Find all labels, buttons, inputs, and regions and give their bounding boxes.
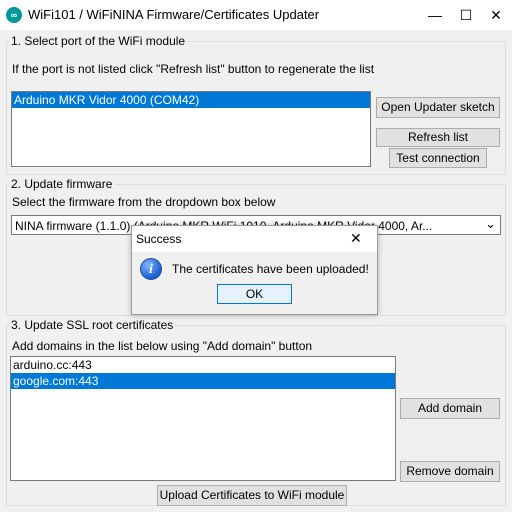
chevron-down-icon: ⌄ xyxy=(485,216,496,231)
firmware-section-title: 2. Update firmware xyxy=(9,177,115,191)
dialog-title-bar: Success ✕ xyxy=(132,226,377,252)
port-section-title: 1. Select port of the WiFi module xyxy=(9,34,188,48)
close-window-button[interactable]: ✕ xyxy=(481,0,511,30)
port-list-item[interactable]: Arduino MKR Vidor 4000 (COM42) xyxy=(12,92,370,108)
dialog-message: The certificates have been uploaded! xyxy=(172,262,369,276)
firmware-hint: Select the firmware from the dropdown bo… xyxy=(12,195,276,209)
minimize-button[interactable]: — xyxy=(420,0,450,30)
ssl-hint: Add domains in the list below using "Add… xyxy=(12,339,313,353)
add-domain-button[interactable]: Add domain xyxy=(400,398,500,419)
info-icon: i xyxy=(140,258,162,280)
title-bar: ∞ WiFi101 / WiFiNINA Firmware/Certificat… xyxy=(0,0,512,30)
domain-list-item[interactable]: google.com:443 xyxy=(11,373,395,389)
port-list[interactable]: Arduino MKR Vidor 4000 (COM42) xyxy=(11,91,371,167)
open-updater-sketch-button[interactable]: Open Updater sketch xyxy=(376,97,500,118)
ssl-section-title: 3. Update SSL root certificates xyxy=(9,318,176,332)
domain-list-item[interactable]: arduino.cc:443 xyxy=(11,357,395,373)
dialog-title: Success xyxy=(136,232,182,246)
success-dialog: Success ✕ i The certificates have been u… xyxy=(131,225,378,315)
refresh-list-button[interactable]: Refresh list xyxy=(376,128,500,147)
ok-button[interactable]: OK xyxy=(217,284,292,304)
test-connection-button[interactable]: Test connection xyxy=(389,148,487,168)
domain-list[interactable]: arduino.cc:443 google.com:443 xyxy=(10,356,396,481)
dialog-close-button[interactable]: ✕ xyxy=(350,230,362,247)
upload-certificates-button[interactable]: Upload Certificates to WiFi module xyxy=(157,485,347,506)
maximize-button[interactable]: ☐ xyxy=(451,0,481,30)
arduino-logo-icon: ∞ xyxy=(6,7,22,23)
port-hint: If the port is not listed click "Refresh… xyxy=(12,62,375,76)
remove-domain-button[interactable]: Remove domain xyxy=(400,461,500,482)
window-title: WiFi101 / WiFiNINA Firmware/Certificates… xyxy=(28,7,320,22)
